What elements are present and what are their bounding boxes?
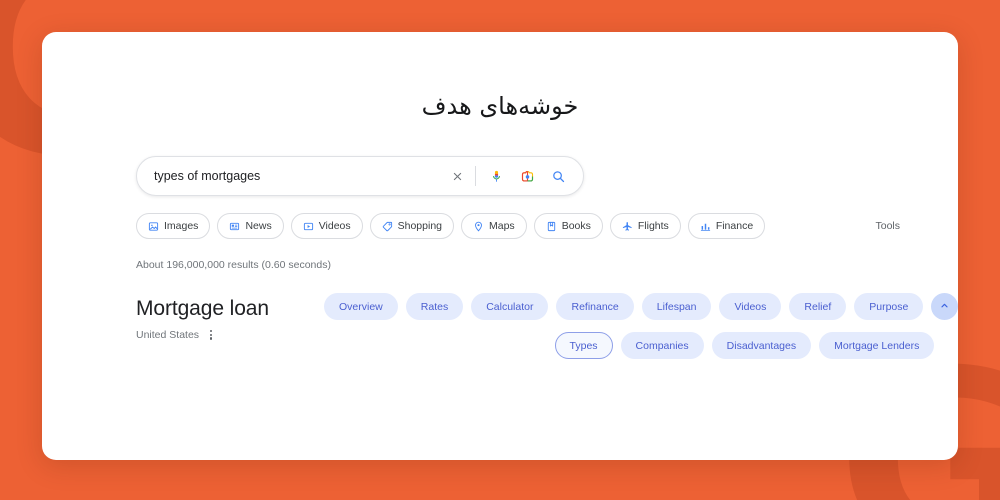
filter-chip-flights[interactable]: Flights	[609, 213, 681, 239]
search-input[interactable]	[154, 169, 446, 183]
collapse-topics-button[interactable]	[931, 293, 958, 320]
topic-chip-calculator[interactable]: Calculator	[471, 293, 549, 320]
page-title: خوشه‌های هدف	[421, 92, 579, 120]
filter-chip-label: Videos	[318, 220, 351, 232]
search-bar[interactable]	[136, 156, 584, 196]
video-icon	[303, 221, 314, 232]
search-divider	[475, 166, 476, 186]
search-results-card: خوشه‌های هدف	[42, 32, 958, 460]
airplane-icon	[622, 221, 633, 232]
filter-chip-label: Finance	[715, 220, 754, 232]
topic-chip-purpose[interactable]: Purpose	[854, 293, 924, 320]
search-icon[interactable]	[547, 165, 569, 187]
search-filters-row: Images News Videos Shopping Maps Books F…	[136, 213, 906, 239]
map-pin-icon	[473, 221, 484, 232]
filter-chip-label: News	[245, 220, 272, 232]
close-icon[interactable]	[446, 165, 468, 187]
tools-button[interactable]: Tools	[869, 216, 906, 236]
filter-chip-label: Shopping	[397, 220, 442, 232]
topic-chips-row-2: Types Companies Disadvantages Mortgage L…	[324, 332, 958, 359]
filter-chip-videos[interactable]: Videos	[290, 213, 363, 239]
topic-chip-disadvantages[interactable]: Disadvantages	[711, 332, 812, 359]
topic-chip-rates[interactable]: Rates	[405, 293, 464, 320]
filter-chip-label: Maps	[489, 220, 515, 232]
search-filters: Images News Videos Shopping Maps Books F…	[136, 213, 869, 239]
more-vertical-icon[interactable]	[208, 328, 214, 342]
chevron-up-icon	[939, 299, 950, 314]
topic-chip-relief[interactable]: Relief	[789, 293, 847, 320]
topic-chip-types[interactable]: Types	[554, 332, 613, 359]
filter-chip-label: Images	[164, 220, 199, 232]
topic-chips-area: Overview Rates Calculator Refinance Life…	[324, 293, 958, 371]
bar-chart-icon	[700, 221, 711, 232]
filter-chip-shopping[interactable]: Shopping	[369, 213, 454, 239]
topic-chip-refinance[interactable]: Refinance	[556, 293, 634, 320]
filter-chip-news[interactable]: News	[217, 213, 284, 239]
microphone-icon[interactable]	[485, 165, 507, 187]
tag-icon	[382, 221, 393, 232]
knowledge-panel-header: Mortgage loan United States	[136, 293, 324, 371]
filter-chip-label: Books	[561, 220, 591, 232]
page-heading: Mortgage loan	[136, 297, 269, 320]
filter-chip-maps[interactable]: Maps	[461, 213, 527, 239]
newspaper-icon	[229, 221, 240, 232]
image-icon	[148, 221, 159, 232]
filter-chip-images[interactable]: Images	[136, 213, 211, 239]
filter-chip-books[interactable]: Books	[533, 213, 603, 239]
search-section	[136, 156, 584, 196]
filter-chip-finance[interactable]: Finance	[687, 213, 766, 239]
topic-chip-lifespan[interactable]: Lifespan	[641, 293, 712, 320]
filter-chip-label: Flights	[637, 220, 669, 232]
knowledge-panel-subtitle-row: United States	[136, 328, 324, 342]
topic-chip-videos[interactable]: Videos	[719, 293, 782, 320]
topic-chip-overview[interactable]: Overview	[324, 293, 398, 320]
topic-chips-row-1: Overview Rates Calculator Refinance Life…	[324, 293, 958, 320]
topic-chip-companies[interactable]: Companies	[620, 332, 704, 359]
result-stats: About 196,000,000 results (0.60 seconds)	[136, 259, 331, 271]
knowledge-panel: Mortgage loan United States Overview Rat…	[136, 293, 958, 371]
book-icon	[546, 221, 557, 232]
google-lens-icon[interactable]	[516, 165, 538, 187]
country-label: United States	[136, 328, 200, 341]
topic-chip-mortgage-lenders[interactable]: Mortgage Lenders	[819, 332, 935, 359]
